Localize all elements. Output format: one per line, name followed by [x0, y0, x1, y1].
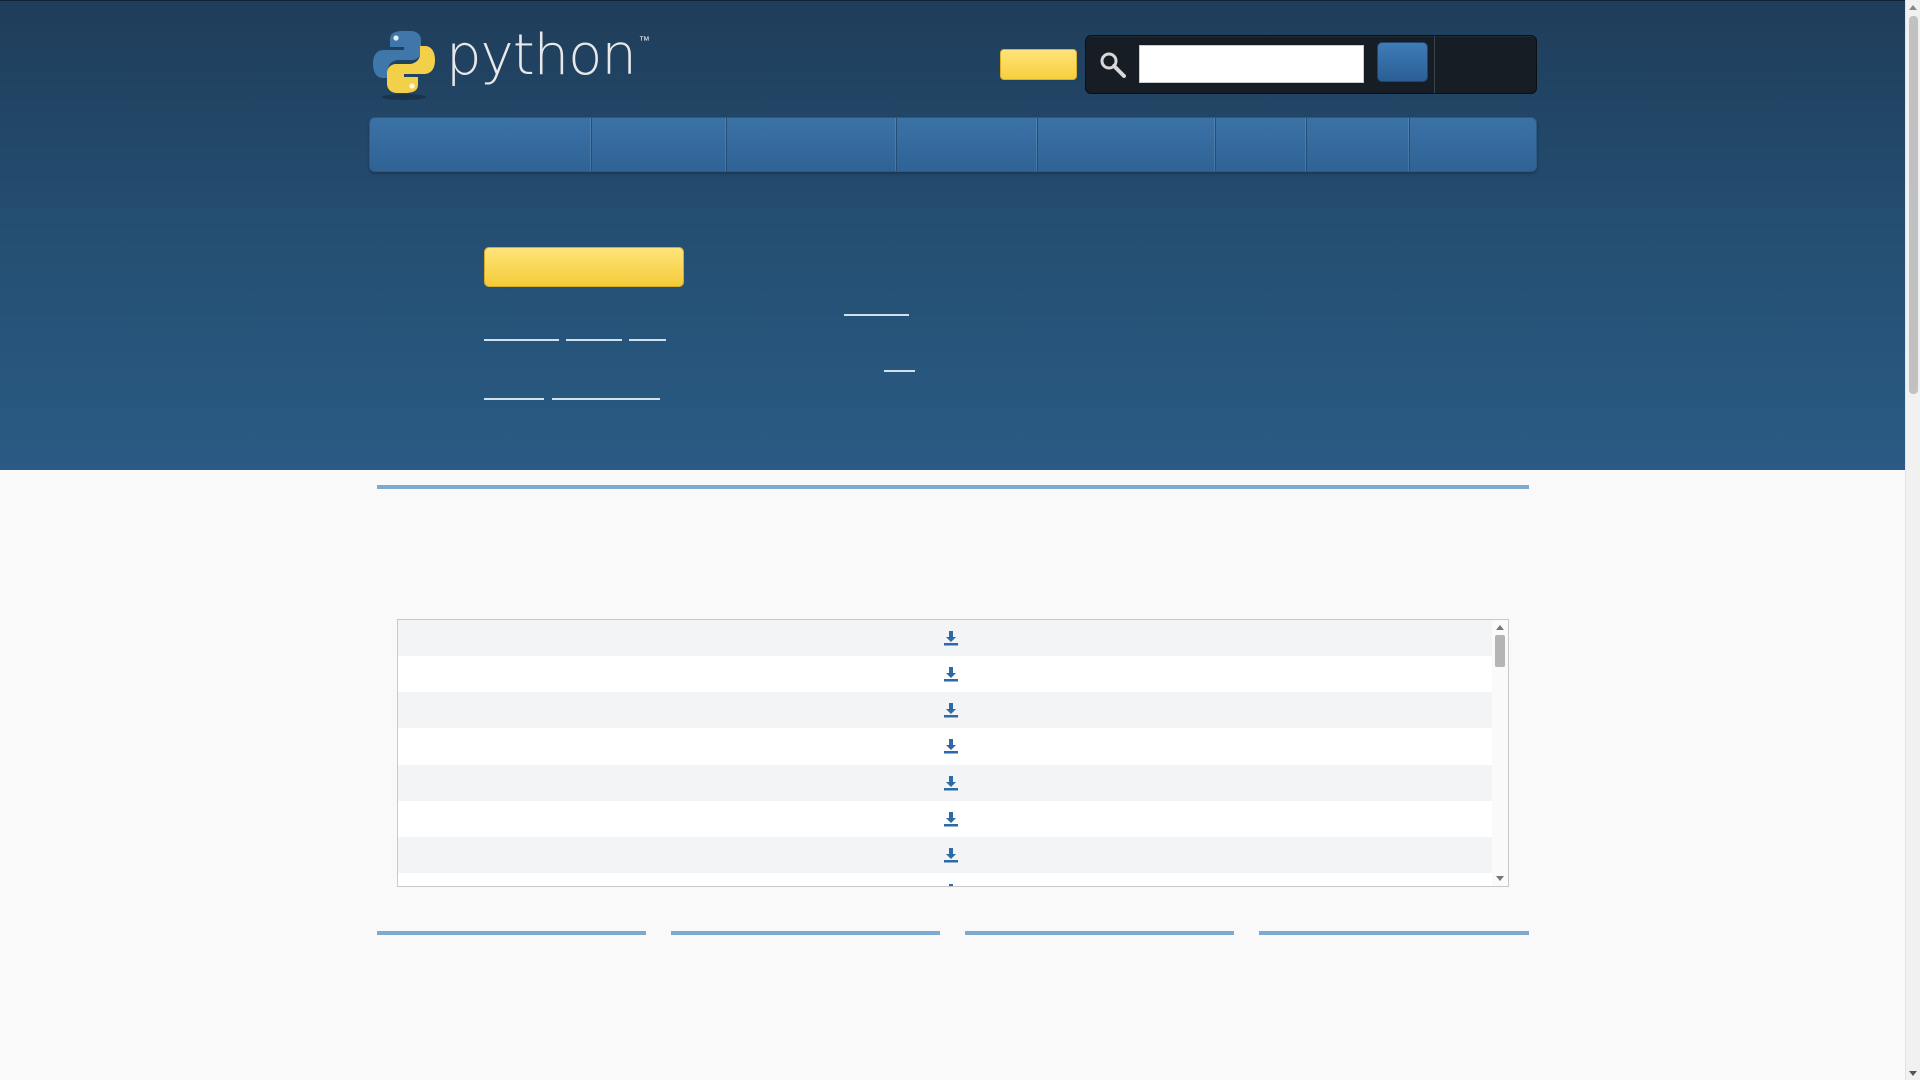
python-logo-icon	[372, 27, 436, 100]
widget-rule	[1259, 931, 1529, 935]
widget-rule	[671, 931, 940, 935]
scroll-down-arrow[interactable]	[1909, 1071, 1917, 1076]
download-icon[interactable]	[943, 811, 959, 827]
nav-tab-8[interactable]	[1410, 118, 1536, 171]
list-item[interactable]	[398, 620, 1492, 656]
python-logo[interactable]: python ™	[372, 23, 650, 100]
nav-tab-1[interactable]	[370, 118, 592, 171]
widget-rule	[965, 931, 1234, 935]
search-go-button[interactable]	[1377, 42, 1428, 82]
download-icon[interactable]	[943, 666, 959, 682]
list-item[interactable]	[398, 692, 1492, 728]
magnifier-icon	[1098, 50, 1128, 80]
downloads-list[interactable]	[397, 619, 1509, 887]
list-scroll-up-arrow[interactable]	[1496, 625, 1504, 630]
list-scroll-down-arrow[interactable]	[1496, 876, 1504, 881]
section-rule	[377, 485, 1529, 489]
header-link[interactable]	[484, 339, 559, 341]
header-link[interactable]	[566, 339, 622, 341]
donate-button[interactable]	[1000, 49, 1077, 80]
trademark-symbol: ™	[638, 35, 650, 47]
page-scrollbar[interactable]	[1905, 0, 1920, 1080]
site-header: python ™	[0, 0, 1905, 470]
download-icon[interactable]	[943, 738, 959, 754]
scroll-thumb[interactable]	[1909, 16, 1918, 394]
list-item[interactable]	[398, 765, 1492, 801]
header-link[interactable]	[844, 314, 909, 316]
header-link[interactable]	[484, 398, 544, 400]
nav-tab-4[interactable]	[897, 118, 1038, 171]
nav-tab-7[interactable]	[1307, 118, 1411, 171]
list-item[interactable]	[398, 801, 1492, 837]
download-icon[interactable]	[943, 775, 959, 791]
accessibility-controls[interactable]	[1438, 40, 1532, 89]
nav-tab-5[interactable]	[1038, 118, 1216, 171]
download-icon[interactable]	[943, 630, 959, 646]
nav-tab-3[interactable]	[727, 118, 898, 171]
search-divider	[1434, 36, 1435, 93]
page: python ™	[0, 0, 1905, 1080]
download-release-button[interactable]	[484, 247, 684, 287]
scroll-up-arrow[interactable]	[1909, 5, 1917, 10]
nav-tab-6[interactable]	[1216, 118, 1308, 171]
search-input[interactable]	[1139, 45, 1364, 83]
list-scroll-thumb[interactable]	[1495, 635, 1505, 667]
list-item[interactable]	[398, 873, 1492, 887]
list-item[interactable]	[398, 837, 1492, 873]
nav-tab-2[interactable]	[592, 118, 728, 171]
list-item[interactable]	[398, 656, 1492, 692]
header-link[interactable]	[884, 370, 915, 372]
download-icon[interactable]	[943, 883, 959, 887]
download-icon[interactable]	[943, 847, 959, 863]
main-navigation	[369, 117, 1537, 172]
header-link[interactable]	[629, 339, 666, 341]
list-item[interactable]	[398, 728, 1492, 764]
python-wordmark: python	[446, 23, 637, 88]
list-scrollbar[interactable]	[1492, 620, 1508, 886]
header-link[interactable]	[552, 398, 660, 400]
widget-rule	[377, 931, 646, 935]
download-icon[interactable]	[943, 702, 959, 718]
search-bar	[1085, 35, 1537, 94]
